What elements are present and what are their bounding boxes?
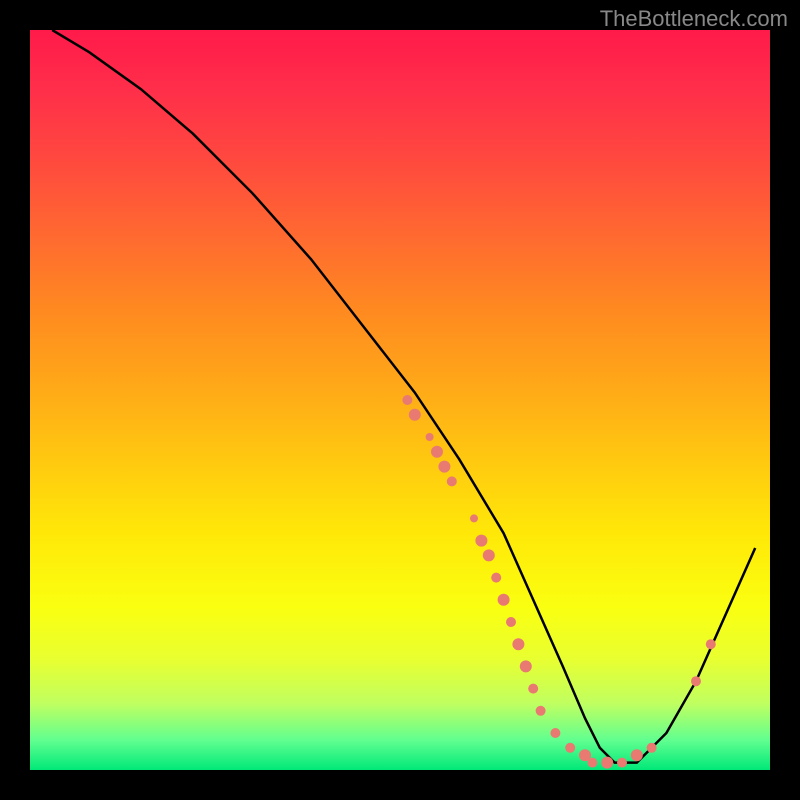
data-point bbox=[631, 749, 643, 761]
data-point bbox=[475, 535, 487, 547]
bottleneck-curve bbox=[52, 30, 755, 763]
data-point bbox=[691, 676, 701, 686]
data-point bbox=[426, 433, 434, 441]
data-point bbox=[601, 757, 613, 769]
data-point bbox=[438, 461, 450, 473]
data-point bbox=[550, 728, 560, 738]
data-point bbox=[491, 573, 501, 583]
data-point bbox=[512, 638, 524, 650]
curve-line bbox=[52, 30, 755, 763]
plot-area bbox=[30, 30, 770, 770]
data-point bbox=[520, 660, 532, 672]
data-point bbox=[506, 617, 516, 627]
data-point bbox=[483, 549, 495, 561]
data-point bbox=[617, 758, 627, 768]
watermark-text: TheBottleneck.com bbox=[600, 6, 788, 32]
chart-container: TheBottleneck.com bbox=[0, 0, 800, 800]
data-point bbox=[402, 395, 412, 405]
data-point bbox=[431, 446, 443, 458]
data-point bbox=[470, 514, 478, 522]
data-point bbox=[647, 743, 657, 753]
data-point bbox=[587, 758, 597, 768]
data-point bbox=[528, 684, 538, 694]
data-point bbox=[447, 476, 457, 486]
data-point bbox=[498, 594, 510, 606]
data-point bbox=[536, 706, 546, 716]
data-point bbox=[706, 639, 716, 649]
data-markers bbox=[402, 395, 715, 769]
data-point bbox=[409, 409, 421, 421]
data-point bbox=[565, 743, 575, 753]
chart-svg bbox=[30, 30, 770, 770]
